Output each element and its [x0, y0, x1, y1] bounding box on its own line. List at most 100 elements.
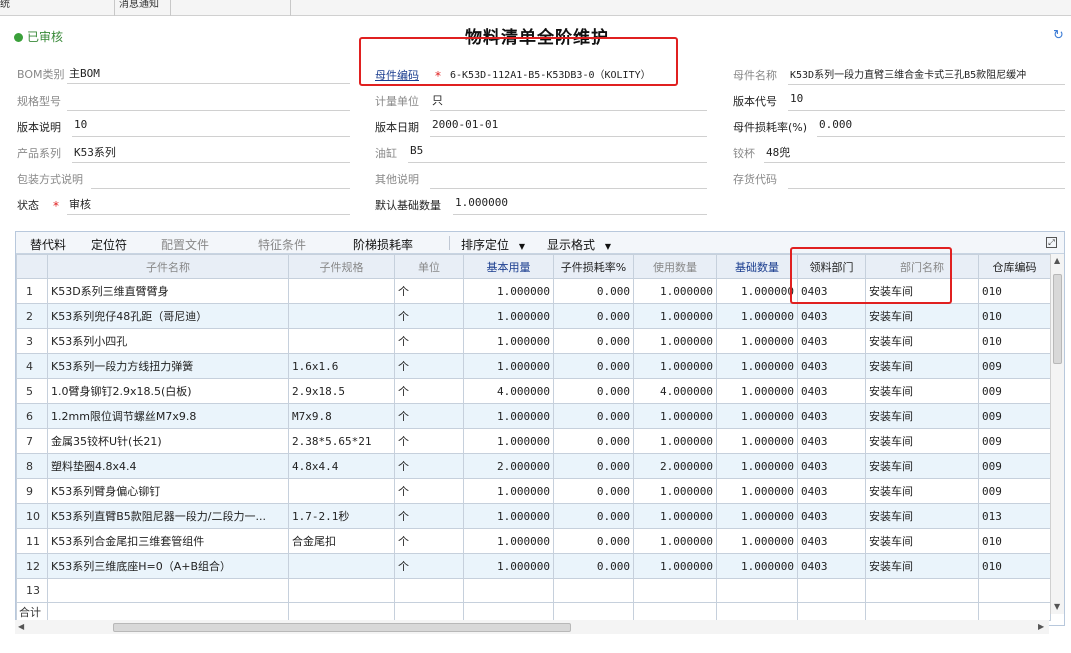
- dept-name-cell[interactable]: 安装车间: [865, 403, 979, 429]
- config-file-button[interactable]: 配置文件: [161, 236, 209, 253]
- unit-field[interactable]: 计量单位 只: [375, 89, 707, 111]
- parent-name-field[interactable]: 母件名称 K53D系列一段力直臂三维合金卡式三孔B5款阻尼缓冲: [733, 63, 1065, 85]
- spec-cell[interactable]: [288, 303, 395, 329]
- substitute-button[interactable]: 替代料: [30, 236, 66, 253]
- table-row[interactable]: 12 K53系列三维底座H=0（A+B组合）个 1.000000 0.000 1.000…: [16, 553, 1051, 579]
- unit-cell[interactable]: 个: [394, 378, 464, 404]
- use-qty-cell[interactable]: 1.000000: [633, 553, 717, 579]
- unit-cell[interactable]: 个: [394, 503, 464, 529]
- parent-loss-field[interactable]: 母件损耗率(%) 0.000: [733, 115, 1065, 137]
- empty-cell[interactable]: [716, 578, 798, 603]
- unit-cell[interactable]: 个: [394, 328, 464, 354]
- table-row[interactable]: 5 1.0臂身铆钉2.9x18.5(白板) 2.9x18.5 个 4.000000 0.0…: [16, 378, 1051, 404]
- warehouse-code-cell[interactable]: 010: [978, 303, 1051, 329]
- table-row[interactable]: 4 K53系列一段力方线扭力弹簧 1.6x1.6 个 1.000000 0.000 1.00…: [16, 353, 1051, 379]
- issue-dept-cell[interactable]: 0403: [797, 278, 866, 304]
- dept-name-cell[interactable]: 安装车间: [865, 478, 979, 504]
- inventory-code-field[interactable]: 存货代码: [733, 167, 1065, 189]
- base-qty-cell[interactable]: 1.000000: [716, 478, 798, 504]
- use-qty-cell[interactable]: 1.000000: [633, 353, 717, 379]
- column-header-unit[interactable]: 单位: [394, 254, 464, 279]
- spec-cell[interactable]: 4.8x4.4: [288, 453, 395, 479]
- version-code-field[interactable]: 版本代号 10: [733, 89, 1065, 111]
- loss-rate-cell[interactable]: 0.000: [553, 428, 634, 454]
- warehouse-code-cell[interactable]: 009: [978, 353, 1051, 379]
- unit-cell[interactable]: 个: [394, 303, 464, 329]
- table-row[interactable]: 9 K53系列臂身偏心铆钉个 1.000000 0.000 1.000000 1.0000…: [16, 478, 1051, 504]
- part-name-cell[interactable]: K53系列三维底座H=0（A+B组合）: [47, 553, 289, 579]
- spec-cell[interactable]: 1.6x1.6: [288, 353, 395, 379]
- base-qty-cell[interactable]: 1.000000: [716, 303, 798, 329]
- column-header-loss-rate[interactable]: 子件损耗率%: [553, 254, 634, 279]
- dept-name-cell[interactable]: 安装车间: [865, 553, 979, 579]
- issue-dept-cell[interactable]: 0403: [797, 553, 866, 579]
- empty-cell[interactable]: [553, 578, 634, 603]
- issue-dept-cell[interactable]: 0403: [797, 353, 866, 379]
- tab-system[interactable]: 统: [0, 0, 115, 16]
- issue-dept-cell[interactable]: 0403: [797, 428, 866, 454]
- dept-name-cell[interactable]: 安装车间: [865, 503, 979, 529]
- column-header-spec[interactable]: 子件规格: [288, 254, 395, 279]
- scroll-up-icon[interactable]: ▲: [1054, 256, 1060, 265]
- other-desc-field[interactable]: 其他说明: [375, 167, 707, 189]
- issue-dept-cell[interactable]: 0403: [797, 378, 866, 404]
- spec-cell[interactable]: 1.7-2.1秒: [288, 503, 395, 529]
- warehouse-code-cell[interactable]: 009: [978, 478, 1051, 504]
- spec-cell[interactable]: 2.9x18.5: [288, 378, 395, 404]
- bom-type-field[interactable]: BOM类别 主BOM: [17, 62, 350, 84]
- scroll-thumb[interactable]: [113, 623, 571, 632]
- tab-notifications[interactable]: 消息通知: [115, 0, 171, 16]
- packing-desc-field[interactable]: 包装方式说明: [17, 167, 350, 189]
- locator-button[interactable]: 定位符: [91, 236, 127, 253]
- version-date-field[interactable]: 版本日期 2000-01-01: [375, 115, 707, 137]
- dept-name-cell[interactable]: 安装车间: [865, 353, 979, 379]
- unit-cell[interactable]: 个: [394, 528, 464, 554]
- base-usage-cell[interactable]: 1.000000: [463, 503, 554, 529]
- loss-rate-cell[interactable]: 0.000: [553, 528, 634, 554]
- product-series-field[interactable]: 产品系列 K53系列: [17, 141, 350, 163]
- issue-dept-cell[interactable]: 0403: [797, 528, 866, 554]
- spec-cell[interactable]: [288, 328, 395, 354]
- part-name-cell[interactable]: K53系列臂身偏心铆钉: [47, 478, 289, 504]
- empty-cell[interactable]: [978, 578, 1051, 603]
- parent-code-field[interactable]: 母件编码 * 6-K53D-112A1-B5-K53DB3-0（KOLITY）: [375, 63, 675, 85]
- dept-name-cell[interactable]: 安装车间: [865, 428, 979, 454]
- base-qty-cell[interactable]: 1.000000: [716, 353, 798, 379]
- loss-rate-cell[interactable]: 0.000: [553, 278, 634, 304]
- warehouse-code-cell[interactable]: 010: [978, 553, 1051, 579]
- unit-cell[interactable]: 个: [394, 428, 464, 454]
- issue-dept-cell[interactable]: 0403: [797, 328, 866, 354]
- issue-dept-cell[interactable]: 0403: [797, 478, 866, 504]
- warehouse-code-cell[interactable]: 010: [978, 278, 1051, 304]
- table-row[interactable]: 8 塑料垫圈4.8x4.4 4.8x4.4 个 2.000000 0.000 2.00000…: [16, 453, 1051, 479]
- oil-cylinder-field[interactable]: 油缸 B5: [375, 141, 707, 163]
- base-qty-cell[interactable]: 1.000000: [716, 328, 798, 354]
- scroll-thumb[interactable]: [1053, 274, 1062, 364]
- base-qty-cell[interactable]: 1.000000: [716, 278, 798, 304]
- expand-icon[interactable]: ⤢: [1046, 237, 1057, 248]
- loss-rate-cell[interactable]: 0.000: [553, 503, 634, 529]
- table-row[interactable]: 10 K53系列直臂B5款阻尼器一段力/二段力一... 1.7-2.1秒个 1.000…: [16, 503, 1051, 529]
- use-qty-cell[interactable]: 1.000000: [633, 303, 717, 329]
- empty-cell[interactable]: [394, 578, 464, 603]
- part-name-cell[interactable]: K53系列合金尾扣三维套管组件: [47, 528, 289, 554]
- use-qty-cell[interactable]: 4.000000: [633, 378, 717, 404]
- base-qty-cell[interactable]: 1.000000: [716, 553, 798, 579]
- table-row[interactable]: 6 1.2mm限位调节螺丝M7x9.8 M7x9.8 个 1.000000 0.000 1.…: [16, 403, 1051, 429]
- base-qty-cell[interactable]: 1.000000: [716, 428, 798, 454]
- unit-cell[interactable]: 个: [394, 478, 464, 504]
- dept-name-cell[interactable]: 安装车间: [865, 378, 979, 404]
- part-name-cell[interactable]: K53系列直臂B5款阻尼器一段力/二段力一...: [47, 503, 289, 529]
- unit-cell[interactable]: 个: [394, 278, 464, 304]
- issue-dept-cell[interactable]: 0403: [797, 403, 866, 429]
- base-qty-cell[interactable]: 1.000000: [716, 453, 798, 479]
- empty-cell[interactable]: [633, 578, 717, 603]
- part-name-cell[interactable]: 1.0臂身铆钉2.9x18.5(白板): [47, 378, 289, 404]
- loss-rate-cell[interactable]: 0.000: [553, 553, 634, 579]
- vertical-scrollbar[interactable]: ▲ ▼: [1050, 254, 1064, 614]
- dept-name-cell[interactable]: 安装车间: [865, 528, 979, 554]
- spec-cell[interactable]: 合金尾扣: [288, 528, 395, 554]
- loss-rate-cell[interactable]: 0.000: [553, 478, 634, 504]
- horizontal-scrollbar[interactable]: ◀ ▶: [15, 620, 1049, 634]
- loss-rate-cell[interactable]: 0.000: [553, 303, 634, 329]
